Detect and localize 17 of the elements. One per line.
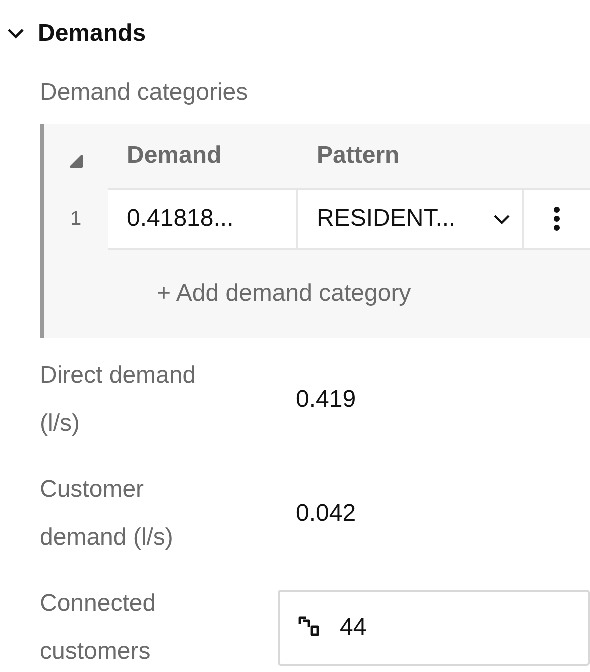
section-title: Demands xyxy=(38,20,146,48)
table-cell[interactable]: 0.41818... xyxy=(108,188,298,250)
row-number: 1 xyxy=(69,206,83,232)
column-header: Demand xyxy=(126,142,223,170)
field-value: 44 xyxy=(340,614,367,642)
column-header: Pattern xyxy=(316,142,401,170)
property-label: Connected customers xyxy=(40,589,158,667)
property-value: 0.419 xyxy=(295,386,358,414)
property-label: Direct demand (l/s) xyxy=(40,361,198,439)
corner-triangle-icon[interactable] xyxy=(69,154,83,168)
field-label: Demand categories xyxy=(40,78,250,108)
more-icon[interactable] xyxy=(553,206,561,232)
property-value: 0.042 xyxy=(295,500,358,528)
customers-field[interactable]: 44 xyxy=(278,590,590,666)
pattern-dropdown[interactable]: RESIDENT... xyxy=(298,188,524,250)
add-category-button[interactable]: + Add demand category xyxy=(157,280,412,308)
property-label: Customer demand (l/s) xyxy=(40,475,174,553)
